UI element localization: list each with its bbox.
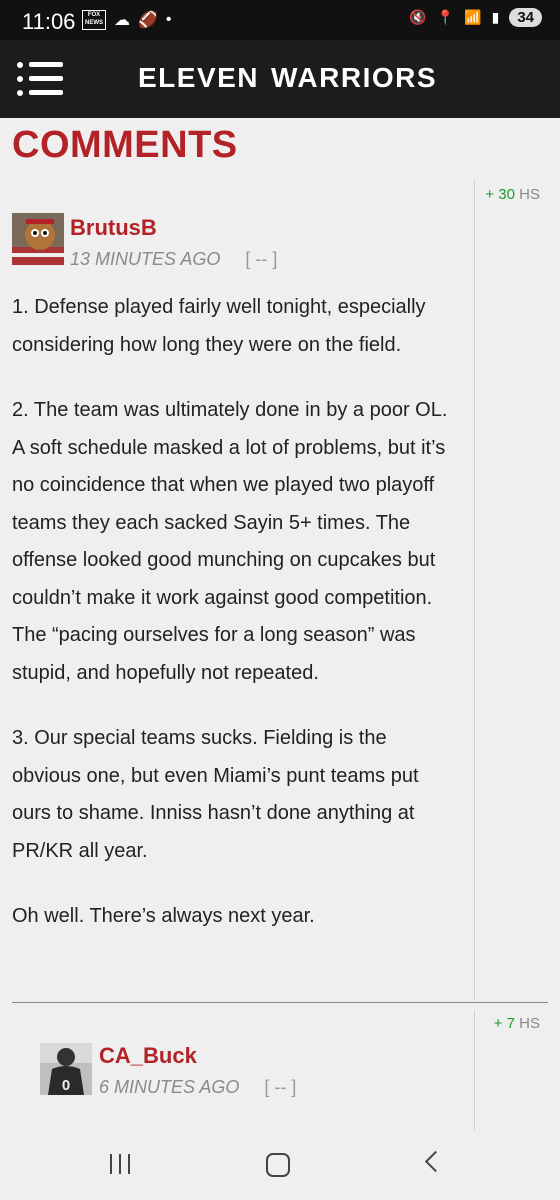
football-icon: 🏈	[138, 12, 158, 29]
back-icon[interactable]	[424, 1150, 447, 1173]
collapse-toggle[interactable]: [ -- ]	[264, 1077, 296, 1097]
page-title: COMMENTS	[12, 124, 238, 166]
cloud-icon: ☁	[114, 12, 130, 29]
score-unit: HS	[519, 186, 540, 203]
comment-paragraph: 2. The team was ultimately done in by a …	[12, 399, 448, 684]
comment-divider	[12, 1002, 548, 1003]
comment-paragraph: 1. Defense played fairly well tonight, e…	[12, 296, 426, 356]
recent-apps-icon[interactable]	[110, 1154, 130, 1174]
home-icon[interactable]	[266, 1153, 290, 1177]
comment-score[interactable]: + 30 HS	[485, 186, 540, 203]
comment-thread-line	[474, 180, 475, 1000]
location-icon: 📍	[436, 9, 455, 25]
signal-icon: ▮	[491, 9, 500, 25]
system-nav-bar	[0, 1130, 560, 1200]
dot-icon: •	[165, 11, 172, 28]
brutus-avatar[interactable]	[12, 213, 64, 265]
fox-news-icon: FOX NEWS	[82, 10, 106, 30]
comment-body: 1. Defense played fairly well tonight, e…	[12, 289, 452, 964]
comment-paragraph: 3. Our special teams sucks. Fielding is …	[12, 727, 419, 862]
system-icons: 🔇 📍 📶 ▮ 34	[409, 8, 542, 27]
score-value: + 7	[493, 1015, 515, 1032]
wifi-icon: 📶	[464, 9, 482, 25]
comment-meta: 6 MINUTES AGO [ -- ]	[99, 1077, 296, 1098]
comment-meta: 13 MINUTES AGO [ -- ]	[70, 249, 277, 270]
menu-icon[interactable]	[17, 58, 63, 100]
score-value: + 30	[485, 186, 515, 203]
score-unit: HS	[519, 1015, 540, 1032]
status-bar: 11:06 FOX NEWS ☁ 🏈 • 🔇 📍 📶 ▮ 34	[0, 0, 560, 40]
battery-indicator: 34	[509, 8, 542, 27]
comment-username[interactable]: CA_Buck	[99, 1043, 197, 1069]
comment-score[interactable]: + 7 HS	[494, 1015, 540, 1032]
status-time: 11:06	[22, 9, 76, 34]
mute-icon: 🔇	[409, 9, 427, 25]
comment-username[interactable]: BrutusB	[70, 215, 157, 241]
comment-paragraph: Oh well. There’s always next year.	[12, 905, 315, 927]
logo-text-right: WARRIORS	[271, 62, 438, 93]
collapse-toggle[interactable]: [ -- ]	[245, 249, 277, 269]
ca-buck-avatar[interactable]: 0	[40, 1043, 92, 1095]
app-header: ELEVEN WARRIORS	[0, 40, 560, 118]
notification-icons: FOX NEWS ☁ 🏈 •	[82, 10, 172, 30]
comment-time: 13 MINUTES AGO	[70, 249, 221, 269]
site-logo[interactable]: ELEVEN WARRIORS	[138, 60, 436, 96]
comment-thread-line	[474, 1010, 475, 1130]
logo-text-left: ELEVEN	[138, 62, 260, 93]
comment-time: 6 MINUTES AGO	[99, 1077, 240, 1097]
jersey-number: 0	[62, 1077, 70, 1094]
